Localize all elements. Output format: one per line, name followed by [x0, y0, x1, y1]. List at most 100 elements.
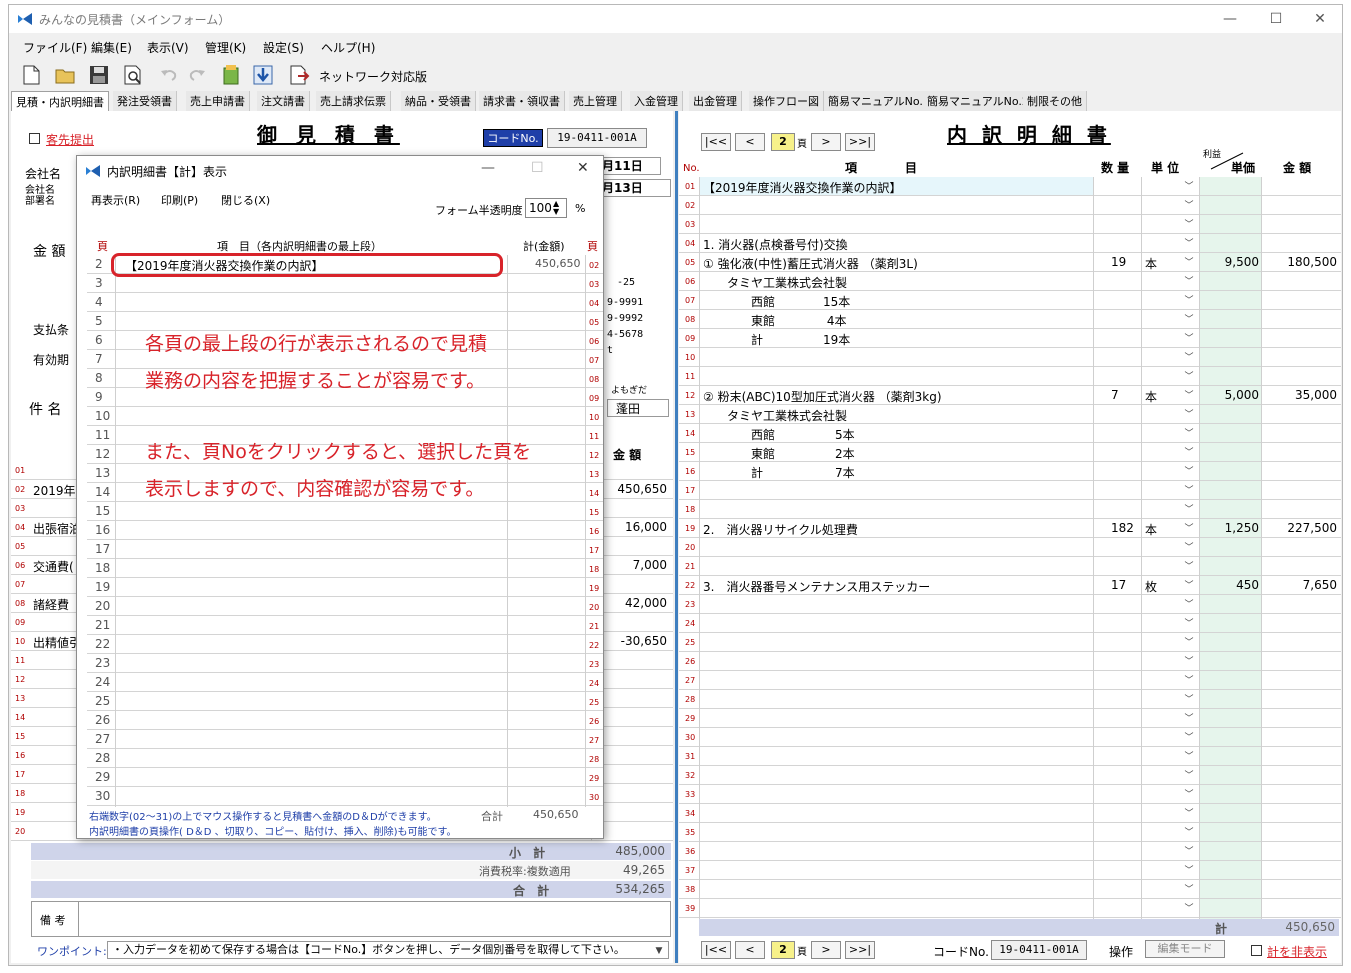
chevron-down-icon[interactable]: ﹀ — [1183, 447, 1195, 459]
menu-file[interactable]: ファイル(F) — [23, 39, 87, 56]
table-row[interactable]: 36 ﹀ — [679, 842, 1341, 861]
table-row[interactable]: 02 ﹀ — [679, 196, 1341, 215]
chevron-down-icon[interactable]: ﹀ — [1183, 219, 1195, 231]
menu-edit[interactable]: 編集(E) — [91, 39, 132, 56]
table-row[interactable]: 29 ﹀ — [679, 709, 1341, 728]
drag-page-number[interactable]: 07 — [589, 356, 599, 365]
drag-page-number[interactable]: 26 — [589, 717, 599, 726]
table-row[interactable]: 17 17 — [87, 540, 603, 559]
nav-last-button[interactable]: >>| — [845, 133, 875, 151]
drag-page-number[interactable]: 13 — [589, 470, 599, 479]
chevron-down-icon[interactable]: ﹀ — [1183, 200, 1195, 212]
hide-total-checkbox[interactable] — [1251, 945, 1262, 956]
page-link[interactable]: 7 — [95, 352, 103, 366]
table-row[interactable]: 28 28 — [87, 749, 603, 768]
table-row[interactable]: 20 20 — [87, 597, 603, 616]
tab-income-mgmt[interactable]: 入金管理 — [630, 91, 683, 111]
table-row[interactable]: 35 ﹀ — [679, 823, 1341, 842]
chevron-down-icon[interactable]: ﹀ — [1183, 827, 1195, 839]
chevron-down-icon[interactable]: ▼ — [653, 945, 665, 957]
table-row[interactable]: 07 西館 15本 ﹀ — [679, 291, 1341, 310]
table-row[interactable]: 01 【2019年度消火器交換作業の内訳】 ﹀ — [679, 177, 1341, 196]
drag-page-number[interactable]: 18 — [589, 565, 599, 574]
page-link[interactable]: 25 — [95, 694, 110, 708]
table-row[interactable]: 05 ① 強化液(中性)蓄圧式消火器 （薬剤3L) 19 本 ﹀ 9,500 180,500 — [679, 253, 1341, 272]
page-link[interactable]: 15 — [95, 504, 110, 518]
page-link[interactable]: 24 — [95, 675, 110, 689]
drag-page-number[interactable]: 08 — [589, 375, 599, 384]
table-row[interactable]: 17 ﹀ — [679, 481, 1341, 500]
dialog-minimize-button[interactable]: — — [481, 160, 495, 176]
splitter[interactable] — [675, 111, 678, 963]
table-row[interactable]: 31 ﹀ — [679, 747, 1341, 766]
chevron-down-icon[interactable]: ﹀ — [1183, 846, 1195, 858]
page-link[interactable]: 6 — [95, 333, 103, 347]
table-row[interactable]: 24 ﹀ — [679, 614, 1341, 633]
tab-sales-mgmt[interactable]: 売上管理 — [569, 91, 622, 111]
drag-page-number[interactable]: 30 — [589, 793, 599, 802]
chevron-down-icon[interactable]: ﹀ — [1183, 257, 1195, 269]
open-folder-icon[interactable] — [53, 63, 77, 87]
table-row[interactable]: 32 ﹀ — [679, 766, 1341, 785]
table-row[interactable]: 30 ﹀ — [679, 728, 1341, 747]
table-row[interactable]: 11 ﹀ — [679, 367, 1341, 386]
page-link[interactable]: 5 — [95, 314, 103, 328]
chevron-down-icon[interactable]: ﹀ — [1183, 789, 1195, 801]
table-row[interactable]: 10 10 — [87, 407, 603, 426]
tab-order-receipt[interactable]: 発注受領書 — [113, 91, 177, 111]
table-row[interactable]: 10 ﹀ — [679, 348, 1341, 367]
drag-page-number[interactable]: 10 — [589, 413, 599, 422]
hint-dropdown[interactable]: ・入力データを初めて保存する場合は【コードNo.】ボタンを押し、データ個別番号を… — [107, 941, 669, 959]
tab-order-acceptance[interactable]: 注文請書 — [257, 91, 310, 111]
table-row[interactable]: 23 ﹀ — [679, 595, 1341, 614]
table-row[interactable]: 16 16 — [87, 521, 603, 540]
chevron-down-icon[interactable]: ﹀ — [1183, 637, 1195, 649]
drag-page-number[interactable]: 21 — [589, 622, 599, 631]
table-row[interactable]: 21 ﹀ — [679, 557, 1341, 576]
remarks-box[interactable]: 備 考 — [31, 901, 671, 937]
page-link[interactable]: 21 — [95, 618, 110, 632]
table-row[interactable]: 30 30 — [87, 787, 603, 806]
table-row[interactable]: 15 東館 2本 ﹀ — [679, 443, 1341, 462]
page-link[interactable]: 11 — [95, 428, 110, 442]
chevron-down-icon[interactable]: ﹀ — [1183, 276, 1195, 288]
table-row[interactable]: 27 27 — [87, 730, 603, 749]
nav-prev-button[interactable]: < — [735, 941, 765, 959]
table-row[interactable]: 13 タミヤ工業株式会社製 ﹀ — [679, 405, 1341, 424]
info-icon[interactable] — [219, 63, 243, 87]
chevron-down-icon[interactable]: ﹀ — [1183, 656, 1195, 668]
chevron-down-icon[interactable]: ﹀ — [1183, 238, 1195, 250]
dialog-close-button[interactable]: ✕ — [577, 160, 589, 176]
table-row[interactable]: 23 23 — [87, 654, 603, 673]
tab-expense-mgmt[interactable]: 出金管理 — [689, 91, 742, 111]
table-row[interactable]: 22 22 — [87, 635, 603, 654]
drag-page-number[interactable]: 12 — [589, 451, 599, 460]
drag-page-number[interactable]: 14 — [589, 489, 599, 498]
page-link[interactable]: 16 — [95, 523, 110, 537]
drag-page-number[interactable]: 20 — [589, 603, 599, 612]
dialog-menu-print[interactable]: 印刷(P) — [161, 192, 198, 208]
dialog-menu-close[interactable]: 閉じる(X) — [221, 192, 270, 208]
table-row[interactable]: 37 ﹀ — [679, 861, 1341, 880]
chevron-down-icon[interactable]: ﹀ — [1183, 903, 1195, 915]
drag-page-number[interactable]: 28 — [589, 755, 599, 764]
table-row[interactable]: 34 ﹀ — [679, 804, 1341, 823]
drag-page-number[interactable]: 05 — [589, 318, 599, 327]
chevron-down-icon[interactable]: ﹀ — [1183, 390, 1195, 402]
menu-help[interactable]: ヘルプ(H) — [321, 39, 375, 56]
chevron-down-icon[interactable]: ﹀ — [1183, 333, 1195, 345]
edit-mode-button[interactable]: 編集モード — [1145, 940, 1225, 958]
stepper-arrows-icon[interactable]: ▲ ▼ — [553, 200, 559, 216]
chevron-down-icon[interactable]: ﹀ — [1183, 504, 1195, 516]
nav-next-button[interactable]: > — [811, 941, 841, 959]
nav-last-button[interactable]: >>| — [845, 941, 875, 959]
page-link[interactable]: 30 — [95, 789, 110, 803]
drag-page-number[interactable]: 16 — [589, 527, 599, 536]
chevron-down-icon[interactable]: ﹀ — [1183, 485, 1195, 497]
minimize-button[interactable]: — — [1207, 5, 1253, 33]
page-link[interactable]: 29 — [95, 770, 110, 784]
drag-page-number[interactable]: 29 — [589, 774, 599, 783]
drag-page-number[interactable]: 23 — [589, 660, 599, 669]
tab-invoice-slip[interactable]: 売上請求伝票 — [316, 91, 391, 111]
table-row[interactable]: 03 ﹀ — [679, 215, 1341, 234]
